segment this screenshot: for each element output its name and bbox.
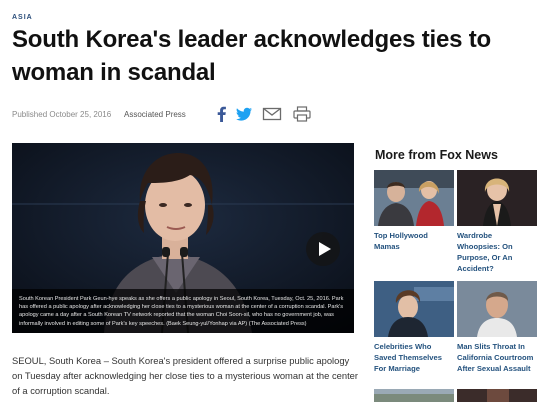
video-player[interactable]: South Korean President Park Geun-hye spe… bbox=[12, 143, 354, 333]
sidebar-card[interactable] bbox=[457, 389, 537, 402]
article-body: SEOUL, South Korea – South Korea's presi… bbox=[12, 355, 359, 396]
card-thumbnail[interactable] bbox=[374, 281, 454, 337]
email-icon[interactable] bbox=[262, 105, 282, 123]
section-tag[interactable]: ASIA bbox=[12, 14, 33, 21]
card-thumbnail[interactable] bbox=[374, 389, 454, 402]
play-icon bbox=[319, 242, 331, 256]
card-thumbnail[interactable] bbox=[457, 170, 537, 226]
print-icon[interactable] bbox=[292, 105, 312, 123]
video-caption: South Korean President Park Geun-hye spe… bbox=[12, 288, 354, 333]
card-thumbnail[interactable] bbox=[457, 281, 537, 337]
facebook-icon[interactable] bbox=[212, 105, 232, 123]
article-source[interactable]: Associated Press bbox=[124, 110, 186, 119]
sidebar-card[interactable]: Celebrities Who Saved Themselves For Mar… bbox=[374, 281, 454, 374]
headline: South Korea's leader acknowledges ties t… bbox=[12, 26, 491, 86]
card-thumbnail[interactable] bbox=[457, 389, 537, 402]
card-title[interactable]: Wardrobe Whoopsies: On Purpose, Or An Ac… bbox=[457, 230, 537, 274]
card-title[interactable]: Top Hollywood Mamas bbox=[374, 230, 454, 252]
play-button[interactable] bbox=[306, 232, 340, 266]
sidebar-card[interactable]: Wardrobe Whoopsies: On Purpose, Or An Ac… bbox=[457, 170, 537, 274]
sidebar-card[interactable]: Top Hollywood Mamas bbox=[374, 170, 454, 252]
twitter-icon[interactable] bbox=[234, 105, 254, 123]
card-title[interactable]: Man Slits Throat In California Courtroom… bbox=[457, 341, 537, 374]
sidebar-title: More from Fox News bbox=[375, 148, 498, 162]
sidebar-card[interactable] bbox=[374, 389, 454, 402]
sidebar-card[interactable]: Man Slits Throat In California Courtroom… bbox=[457, 281, 537, 374]
card-title[interactable]: Celebrities Who Saved Themselves For Mar… bbox=[374, 341, 454, 374]
published-date: Published October 25, 2016 bbox=[12, 110, 112, 119]
card-thumbnail[interactable] bbox=[374, 170, 454, 226]
article-meta: Published October 25, 2016 Associated Pr… bbox=[12, 110, 186, 119]
